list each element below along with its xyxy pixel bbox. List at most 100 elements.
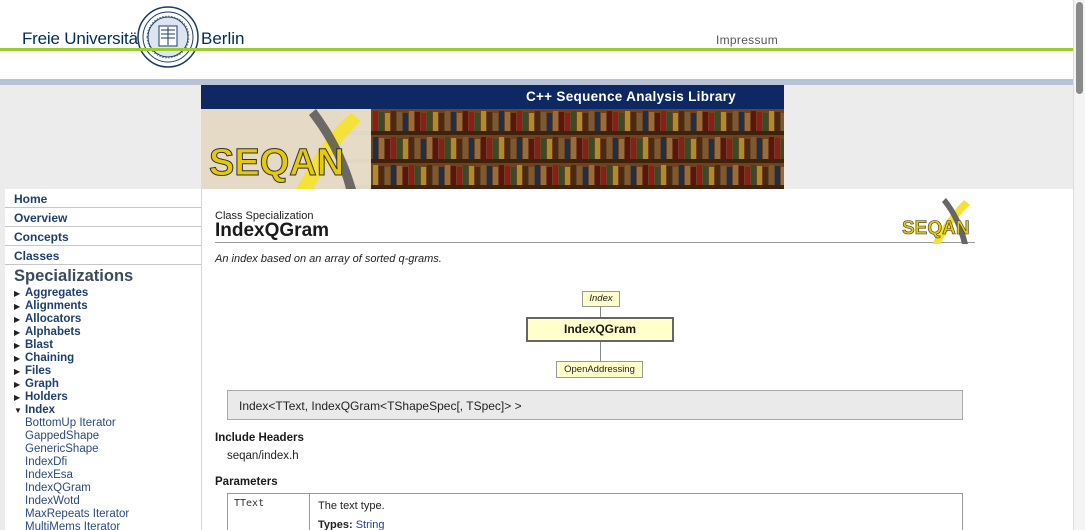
book-spine: [637, 139, 642, 159]
param-type-link[interactable]: String: [356, 519, 385, 530]
nav-index-child[interactable]: IndexEsa: [5, 469, 201, 482]
book-spine: [463, 111, 468, 131]
book-spine: [595, 138, 600, 159]
triangle-right-icon[interactable]: ▶: [14, 339, 25, 352]
triangle-right-icon[interactable]: ▶: [14, 326, 25, 339]
impressum-link[interactable]: Impressum: [716, 33, 778, 47]
book-spine: [373, 165, 378, 185]
nav-index-child[interactable]: IndexQGram: [5, 482, 201, 495]
book-spine: [385, 113, 390, 131]
nav-group-label: Blast: [25, 339, 54, 351]
nav-group-files[interactable]: ▶ Files: [5, 365, 201, 378]
nav-group-blast[interactable]: ▶ Blast: [5, 339, 201, 352]
nav-group-alphabets[interactable]: ▶ Alphabets: [5, 326, 201, 339]
book-spine: [379, 138, 384, 159]
book-spine: [487, 138, 492, 159]
nav-group-index[interactable]: ▼ Index: [5, 404, 201, 417]
nav-index-child[interactable]: IndexDfi: [5, 456, 201, 469]
nav-group-aggregates[interactable]: ▶ Aggregates: [5, 287, 201, 300]
book-spine: [751, 165, 756, 185]
book-spine: [727, 113, 732, 131]
book-spine: [415, 166, 420, 185]
nav-group-graph[interactable]: ▶ Graph: [5, 378, 201, 391]
triangle-down-icon[interactable]: ▼: [14, 404, 25, 417]
book-spine: [571, 137, 576, 159]
book-spine: [649, 138, 654, 159]
book-spine: [583, 139, 588, 159]
nav-group-allocators[interactable]: ▶ Allocators: [5, 313, 201, 326]
book-spine: [619, 139, 624, 159]
book-spine: [655, 113, 660, 131]
book-spine: [409, 165, 414, 185]
nav-group-alignments[interactable]: ▶ Alignments: [5, 300, 201, 313]
triangle-right-icon[interactable]: ▶: [14, 391, 25, 404]
book-spine: [643, 111, 648, 131]
book-spine: [445, 165, 450, 185]
nav-concepts[interactable]: Concepts: [5, 227, 201, 246]
nav-index-child[interactable]: MultiMems Iterator: [5, 521, 201, 530]
diagram-current-node: IndexQGram: [526, 317, 674, 342]
book-spine: [697, 111, 702, 131]
nav-group-holders[interactable]: ▶ Holders: [5, 391, 201, 404]
nav-index-child[interactable]: GappedShape: [5, 430, 201, 443]
triangle-right-icon[interactable]: ▶: [14, 352, 25, 365]
book-spine: [583, 113, 588, 131]
university-seal-icon[interactable]: [137, 6, 199, 68]
diagram-parent-node[interactable]: Index: [582, 291, 620, 307]
triangle-right-icon[interactable]: ▶: [14, 287, 25, 300]
scrollbar-thumb[interactable]: [1076, 2, 1083, 94]
book-spine: [685, 138, 690, 159]
book-spine: [721, 138, 726, 159]
book-spine: [601, 167, 606, 185]
book-spine: [631, 166, 636, 185]
university-name-right[interactable]: Berlin: [201, 29, 244, 49]
nav-index-child[interactable]: IndexWotd: [5, 495, 201, 508]
book-spine: [445, 111, 450, 131]
book-spine: [655, 139, 660, 159]
nav-index-child[interactable]: MaxRepeats Iterator: [5, 508, 201, 521]
university-name-left[interactable]: Freie Universität: [22, 29, 143, 49]
page-scrollbar[interactable]: [1073, 0, 1085, 530]
book-spine: [421, 167, 426, 185]
book-spine: [391, 111, 396, 131]
parameters-heading: Parameters: [215, 476, 278, 488]
book-spine: [715, 111, 720, 131]
class-signature: Index<TText, IndexQGram<TShapeSpec[, TSp…: [227, 390, 963, 420]
nav-classes[interactable]: Classes: [5, 246, 201, 265]
book-spine: [475, 139, 480, 159]
book-spine: [721, 112, 726, 131]
nav-group-chaining[interactable]: ▶ Chaining: [5, 352, 201, 365]
diagram-edge-parent: [600, 307, 601, 317]
book-spine: [385, 167, 390, 185]
nav-overview[interactable]: Overview: [5, 208, 201, 227]
book-spine: [739, 166, 744, 185]
triangle-right-icon[interactable]: ▶: [14, 365, 25, 378]
main-content: Class Specialization IndexQGram SEQAN An…: [201, 189, 1073, 530]
book-spine: [775, 138, 780, 159]
nav-home[interactable]: Home: [5, 189, 201, 208]
triangle-right-icon[interactable]: ▶: [14, 313, 25, 326]
book-spine: [697, 165, 702, 185]
book-spine: [547, 139, 552, 159]
book-spine: [415, 138, 420, 159]
book-spine: [403, 113, 408, 131]
book-spine: [727, 139, 732, 159]
book-spine: [625, 137, 630, 159]
book-spine: [517, 137, 522, 159]
book-spine: [451, 138, 456, 159]
book-spine: [775, 166, 780, 185]
book-spine: [637, 113, 642, 131]
seqan-banner: C++ Sequence Analysis Library SEQAN: [201, 85, 784, 189]
book-spine: [481, 165, 486, 185]
book-spine: [625, 165, 630, 185]
book-spine: [613, 138, 618, 159]
nav-index-child[interactable]: GenericShape: [5, 443, 201, 456]
triangle-right-icon[interactable]: ▶: [14, 300, 25, 313]
triangle-right-icon[interactable]: ▶: [14, 378, 25, 391]
nav-index-child[interactable]: BottomUp Iterator: [5, 417, 201, 430]
seqan-logo-icon: SEQAN: [902, 198, 970, 244]
book-spine: [781, 139, 784, 159]
diagram-child-node[interactable]: OpenAddressing: [556, 361, 643, 378]
book-spine: [667, 138, 672, 159]
page-description: An index based on an array of sorted q-g…: [215, 253, 442, 265]
